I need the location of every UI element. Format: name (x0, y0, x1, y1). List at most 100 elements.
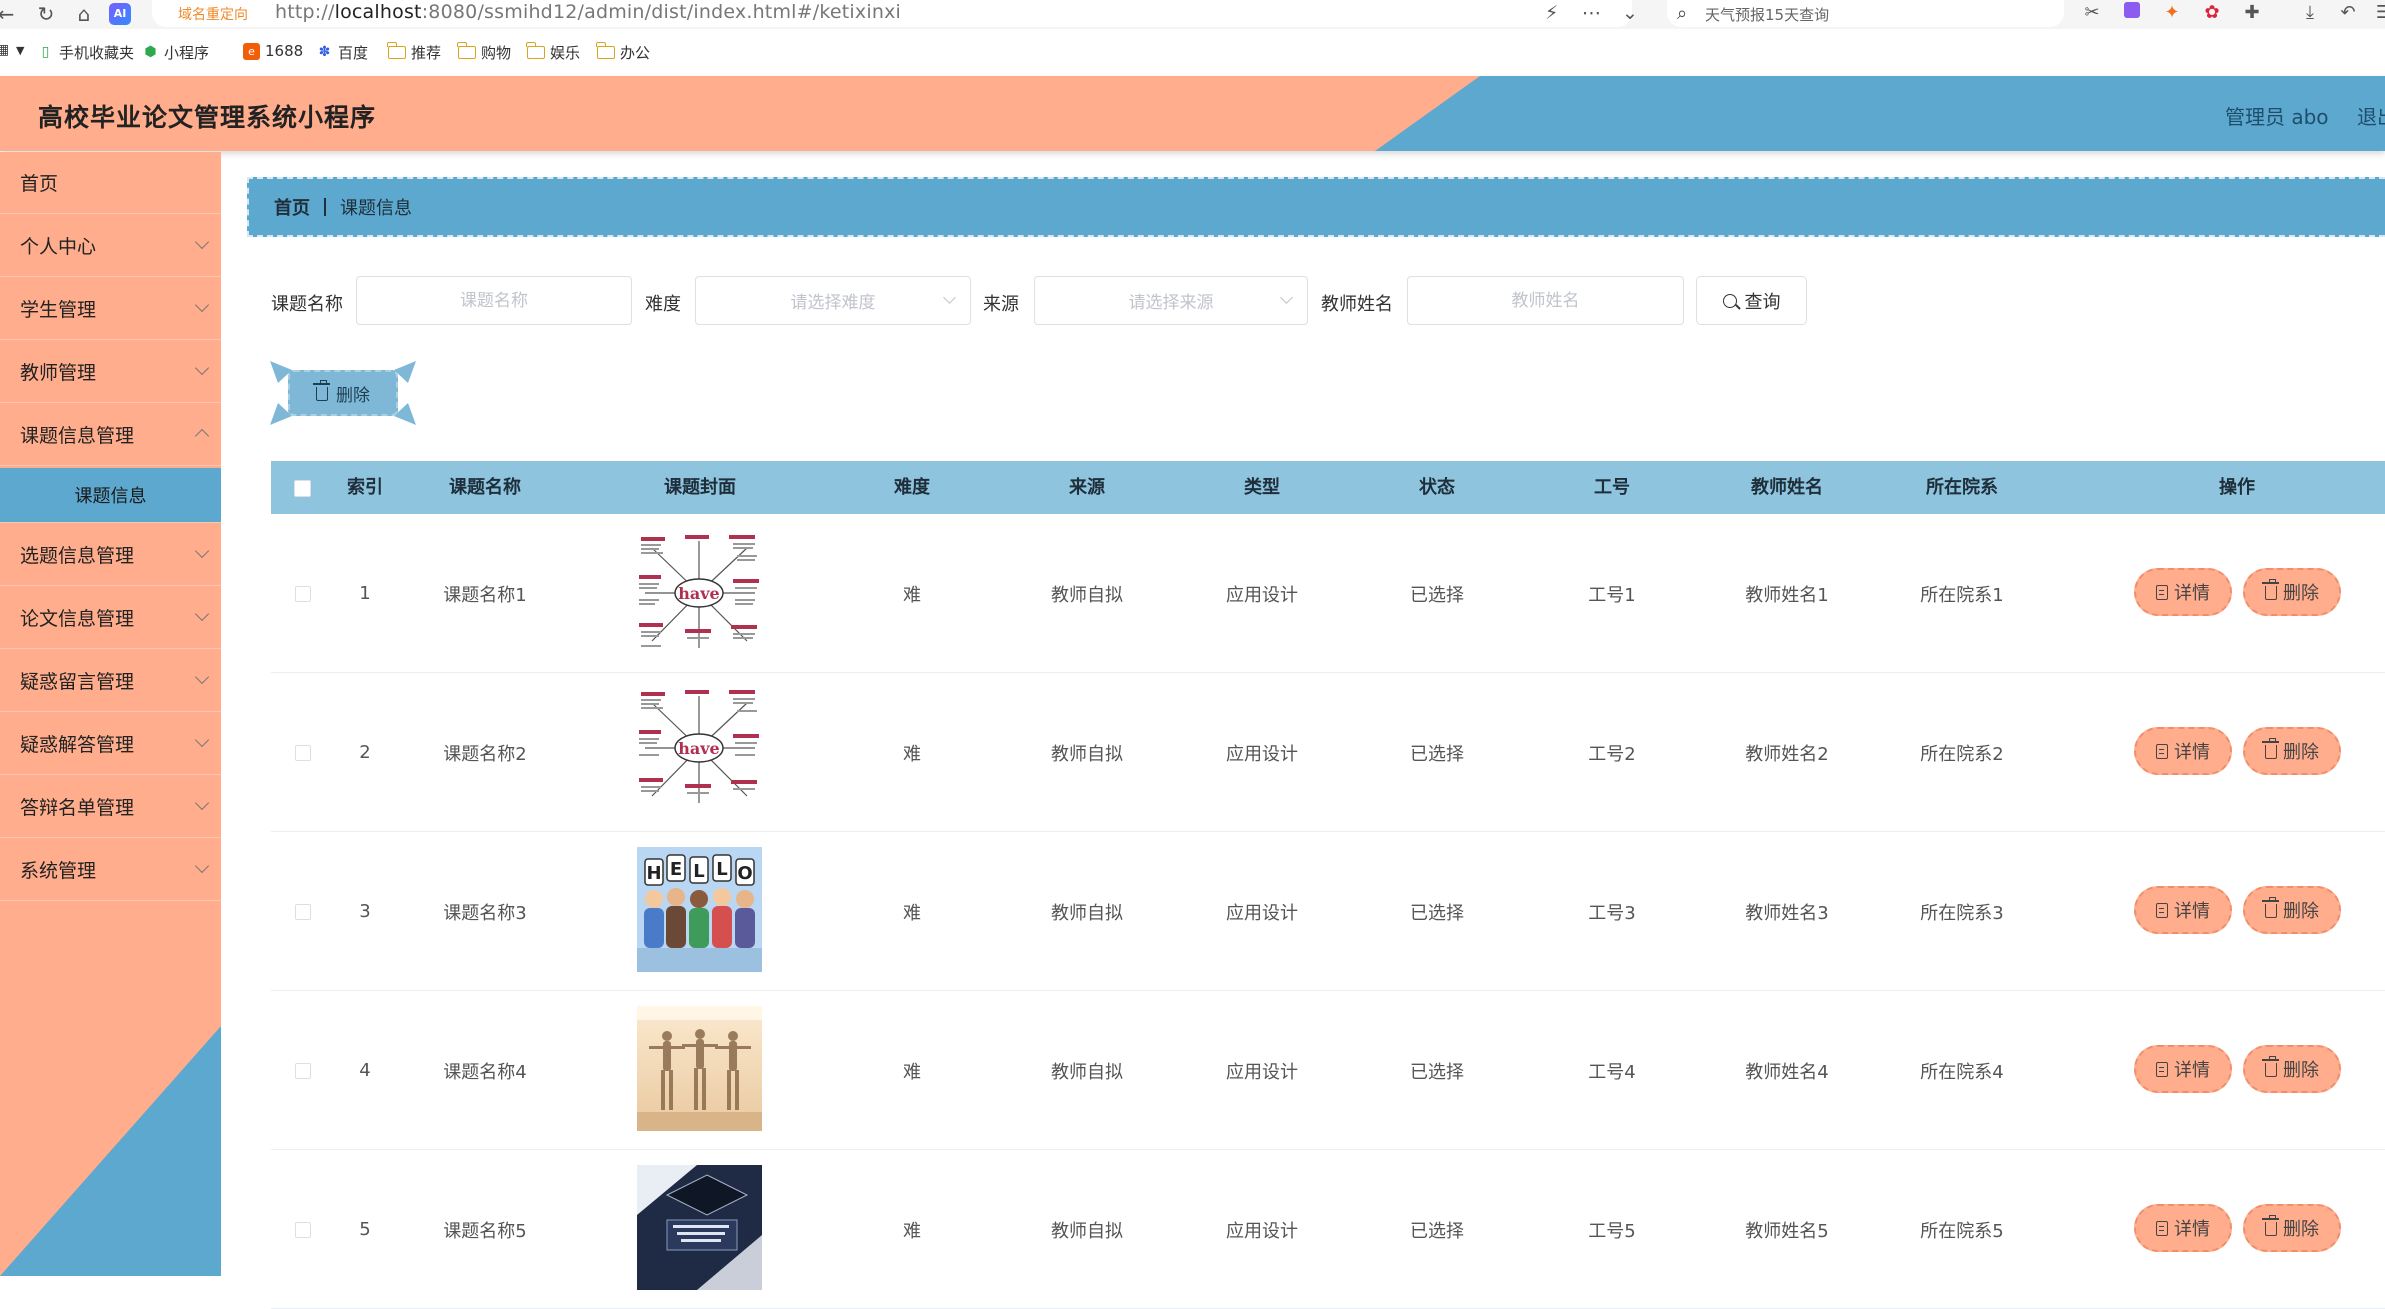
cover-image-dancers[interactable] (637, 1006, 762, 1131)
bookmark-folder-shopping[interactable]: 购物 (457, 42, 511, 63)
row-checkbox[interactable] (295, 1063, 311, 1079)
select-all-checkbox[interactable] (294, 480, 311, 497)
column-header-cover: 课题封面 (664, 477, 736, 498)
home-icon[interactable]: ⌂ (72, 2, 96, 26)
sidebar-item-selection-management[interactable]: 选题信息管理 (0, 524, 221, 586)
detail-button[interactable]: 详情 (2134, 727, 2232, 775)
sidebar-item-thesis-management[interactable]: 论文信息管理 (0, 587, 221, 649)
svg-text:L: L (693, 861, 704, 882)
cell-source: 教师自拟 (1051, 743, 1123, 765)
row-checkbox[interactable] (295, 904, 311, 920)
breadcrumb-home[interactable]: 首页 (274, 194, 310, 220)
logout-link[interactable]: 退出 (2357, 101, 2385, 130)
scissors-icon[interactable]: ✂ (2080, 1, 2104, 25)
detail-button[interactable]: 详情 (2134, 1045, 2232, 1093)
bookmark-mini-program[interactable]: ⬢ 小程序 (142, 42, 209, 63)
browser-toolbar: ← ↻ ⌂ AI 域名重定向 http://localhost:8080/ssm… (0, 0, 2385, 29)
trash-icon (2262, 1056, 2279, 1077)
svg-text:have: have (678, 739, 719, 758)
url-text[interactable]: http://localhost:8080/ssmihd12/admin/dis… (275, 1, 901, 23)
column-header-department: 所在院系 (1926, 477, 1998, 498)
chevron-down-icon (1280, 291, 1293, 304)
chevron-down-icon (194, 732, 210, 748)
title-search-input[interactable] (356, 276, 632, 325)
sidebar-item-question-management[interactable]: 疑惑留言管理 (0, 650, 221, 712)
redirect-tag: 域名重定向 (178, 7, 248, 23)
delete-button[interactable]: 删除 (2243, 1045, 2341, 1093)
source-select[interactable]: 请选择来源 (1034, 276, 1308, 325)
chevron-down-icon (194, 234, 210, 250)
delete-button[interactable]: 删除 (2243, 1204, 2341, 1252)
reload-icon[interactable]: ↻ (34, 2, 58, 26)
address-bar[interactable]: 域名重定向 http://localhost:8080/ssmihd12/adm… (152, 0, 1638, 27)
app-header: 高校毕业论文管理系统小程序 管理员 abo 退出 (0, 76, 2385, 151)
cell-department: 所在院系2 (1920, 743, 2004, 765)
lightning-icon[interactable]: ⚡ (1545, 0, 1558, 27)
document-icon (2156, 1220, 2168, 1236)
bookmark-baidu[interactable]: ✽ 百度 (316, 42, 368, 63)
menu-icon[interactable]: ☰ (2372, 1, 2385, 25)
cell-job-no: 工号5 (1588, 1220, 1636, 1242)
cover-image-book[interactable] (637, 1165, 762, 1290)
detail-button[interactable]: 详情 (2134, 886, 2232, 934)
cell-index: 5 (359, 1219, 371, 1240)
cell-index: 2 (359, 742, 371, 763)
sidebar-item-defense-list[interactable]: 答辩名单管理 (0, 776, 221, 838)
sidebar-item-system-management[interactable]: 系统管理 (0, 839, 221, 901)
cell-department: 所在院系3 (1920, 902, 2004, 924)
sidebar: 首页 个人中心 学生管理 教师管理 课题信息管理 课题信息 选题信息管理 论文信… (0, 152, 221, 1276)
detail-button[interactable]: 详情 (2134, 568, 2232, 616)
source-filter-label: 来源 (983, 294, 1019, 315)
more-icon[interactable]: ⋯ (1582, 0, 1601, 27)
huawei-icon[interactable]: ✿ (2200, 1, 2224, 25)
teacher-search-input[interactable] (1407, 276, 1684, 325)
query-button[interactable]: 查询 (1696, 276, 1807, 325)
undo-icon[interactable]: ↶ (2336, 1, 2360, 25)
sidebar-subitem-topic-info[interactable]: 课题信息 (0, 468, 221, 523)
bulk-delete-button[interactable]: 删除 (288, 370, 398, 416)
row-checkbox[interactable] (295, 1222, 311, 1238)
1688-icon: e (243, 42, 260, 60)
cover-image-have-diagram[interactable]: have (637, 533, 762, 658)
bookmark-mobile-favorites[interactable]: ▯ 手机收藏夹 (37, 42, 134, 63)
row-checkbox[interactable] (295, 745, 311, 761)
table-header: 索引 课题名称 课题封面 难度 来源 类型 状态 工号 教师姓名 所在院系 操作 (271, 461, 2385, 514)
bookmark-folder-recommend[interactable]: 推荐 (387, 42, 441, 63)
cell-source: 教师自拟 (1051, 1220, 1123, 1242)
download-icon[interactable]: ⤓ (2298, 1, 2322, 25)
cover-image-hello-kids[interactable]: HELLO (637, 847, 762, 972)
document-icon (2156, 743, 2168, 759)
document-icon (2156, 584, 2168, 600)
browser-search-box[interactable]: ⌕ 天气预报15天查询 (1667, 0, 2064, 27)
delete-button[interactable]: 删除 (2243, 727, 2341, 775)
bookmark-folder-office[interactable]: 办公 (596, 42, 650, 63)
cell-status: 已选择 (1410, 902, 1464, 924)
bookmark-menu[interactable]: ▦ ▼ (0, 42, 24, 59)
sidebar-item-teacher-management[interactable]: 教师管理 (0, 341, 221, 403)
sidebar-item-personal-center[interactable]: 个人中心 (0, 215, 221, 277)
extension-purple-icon[interactable] (2120, 1, 2144, 25)
back-icon[interactable]: ← (0, 2, 18, 26)
cell-title: 课题名称1 (443, 584, 527, 606)
sidebar-item-home[interactable]: 首页 (0, 152, 221, 214)
row-checkbox[interactable] (295, 586, 311, 602)
sidebar-item-student-management[interactable]: 学生管理 (0, 278, 221, 340)
ai-assistant-icon[interactable]: AI (109, 3, 131, 25)
sidebar-item-answer-management[interactable]: 疑惑解答管理 (0, 713, 221, 775)
detail-button[interactable]: 详情 (2134, 1204, 2232, 1252)
delete-button[interactable]: 删除 (2243, 568, 2341, 616)
bookmark-1688[interactable]: e 1688 (243, 42, 303, 60)
cell-department: 所在院系4 (1920, 1061, 2004, 1083)
cell-type: 应用设计 (1226, 902, 1298, 924)
chevron-down-icon[interactable]: ⌄ (1622, 0, 1638, 27)
chevron-down-icon (194, 543, 210, 559)
puzzle-icon[interactable]: ✚ (2240, 1, 2264, 25)
sidebar-item-topic-management[interactable]: 课题信息管理 (0, 404, 221, 466)
title-filter-label: 课题名称 (271, 294, 343, 315)
cell-type: 应用设计 (1226, 743, 1298, 765)
bookmark-folder-entertainment[interactable]: 娱乐 (526, 42, 580, 63)
delete-button[interactable]: 删除 (2243, 886, 2341, 934)
difficulty-select[interactable]: 请选择难度 (695, 276, 971, 325)
cover-image-have-diagram[interactable]: have (637, 688, 762, 813)
game-icon[interactable]: ✦ (2160, 1, 2184, 25)
